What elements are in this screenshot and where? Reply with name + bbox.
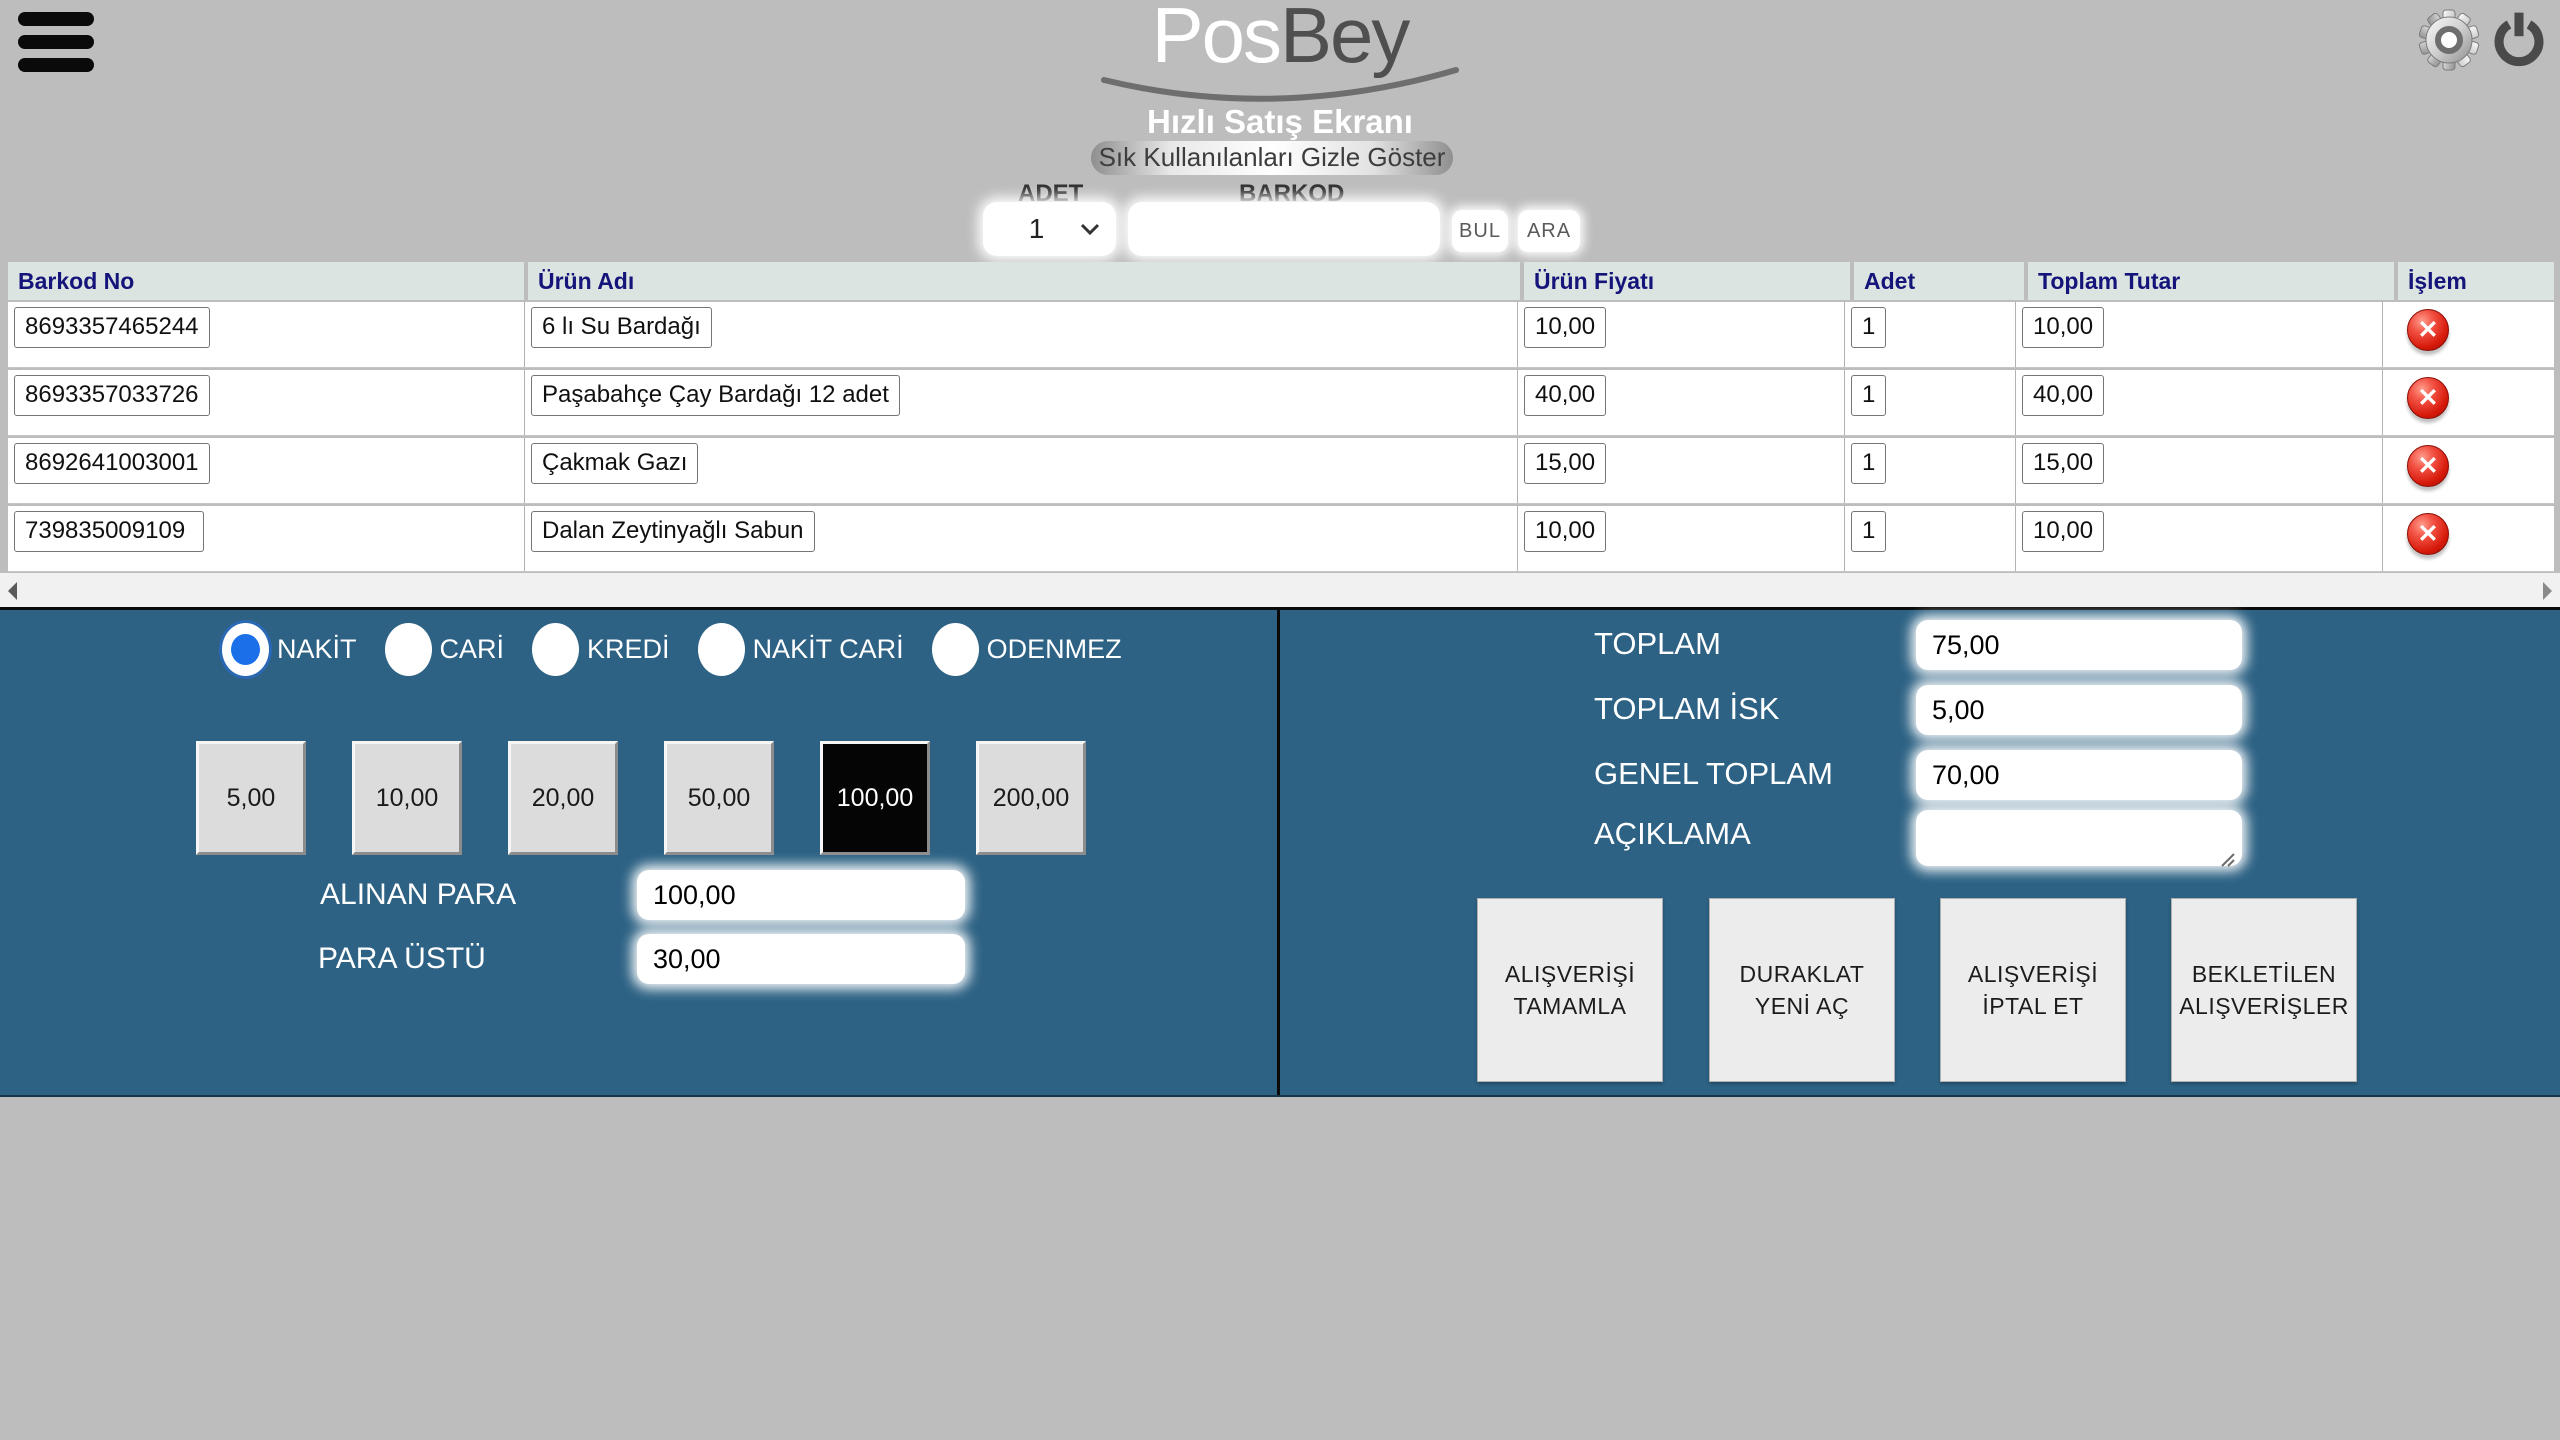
delete-row-icon[interactable]: ✕ <box>2407 309 2449 351</box>
page-title: Hızlı Satış Ekranı <box>980 103 1580 141</box>
chevron-down-icon <box>1080 223 1100 236</box>
radio-label: NAKİT CARİ <box>753 634 904 665</box>
horizontal-scrollbar[interactable] <box>0 573 2560 607</box>
payment-panel: NAKİT CARİ KREDİ NAKİT CARİ ODENMEZ 5,00… <box>0 610 1280 1095</box>
menu-bar <box>18 12 94 26</box>
price-field[interactable]: 15,00 <box>1524 443 1606 484</box>
radio-cari[interactable]: CARİ <box>385 623 505 676</box>
qty-field[interactable]: 1 <box>1851 307 1886 348</box>
product-name-field[interactable]: 6 lı Su Bardağı <box>531 307 712 348</box>
col-header-price: Ürün Fiyatı <box>1524 262 1850 300</box>
radio-label: ODENMEZ <box>987 634 1122 665</box>
barcode-field[interactable]: 8693357033726 <box>14 375 210 416</box>
price-field[interactable]: 10,00 <box>1524 511 1606 552</box>
para-ustu-label: PARA ÜSTÜ <box>318 942 486 976</box>
total-field[interactable]: 40,00 <box>2022 375 2104 416</box>
col-header-name: Ürün Adı <box>528 262 1520 300</box>
payment-method-group: NAKİT CARİ KREDİ NAKİT CARİ ODENMEZ <box>222 623 1122 676</box>
radio-circle <box>385 623 432 676</box>
radio-label: CARİ <box>440 634 505 665</box>
delete-row-icon[interactable]: ✕ <box>2407 445 2449 487</box>
complete-sale-button[interactable]: ALIŞVERİŞİ TAMAMLA <box>1477 898 1663 1082</box>
denomination-group: 5,00 10,00 20,00 50,00 100,00 200,00 <box>196 741 1086 855</box>
col-header-total: Toplam Tutar <box>2028 262 2394 300</box>
table-header-row: Barkod No Ürün Adı Ürün Fiyatı Adet Topl… <box>8 262 2554 300</box>
denom-10-button[interactable]: 10,00 <box>352 741 462 855</box>
radio-circle <box>222 623 269 676</box>
radio-kredi[interactable]: KREDİ <box>532 623 670 676</box>
totals-panel: TOPLAM TOPLAM İSK GENEL TOPLAM AÇIKLAMA … <box>1280 610 2560 1095</box>
pause-open-new-button[interactable]: DURAKLAT YENİ AÇ <box>1709 898 1895 1082</box>
bul-button[interactable]: BUL <box>1452 210 1508 252</box>
aciklama-textarea[interactable] <box>1916 810 2242 866</box>
product-name-field[interactable]: Paşabahçe Çay Bardağı 12 adet <box>531 375 900 416</box>
radio-nakit[interactable]: NAKİT <box>222 623 357 676</box>
barkod-input[interactable] <box>1128 202 1440 256</box>
products-table: Barkod No Ürün Adı Ürün Fiyatı Adet Topl… <box>8 262 2554 572</box>
toplam-isk-input[interactable] <box>1916 685 2242 735</box>
logo-swoosh <box>1098 62 1462 106</box>
cancel-sale-button[interactable]: ALIŞVERİŞİ İPTAL ET <box>1940 898 2126 1082</box>
radio-circle <box>932 623 979 676</box>
radio-circle <box>532 623 579 676</box>
toplam-input[interactable] <box>1916 620 2242 670</box>
menu-bar <box>18 35 94 49</box>
radio-label: NAKİT <box>277 634 357 665</box>
qty-field[interactable]: 1 <box>1851 511 1886 552</box>
table-row: 739835009109 Dalan Zeytinyağlı Sabun 10,… <box>8 506 2554 572</box>
barcode-field[interactable]: 8693357465244 <box>14 307 210 348</box>
price-field[interactable]: 10,00 <box>1524 307 1606 348</box>
qty-field[interactable]: 1 <box>1851 375 1886 416</box>
table-row: 8693357465244 6 lı Su Bardağı 10,00 1 10… <box>8 302 2554 368</box>
table-row: 8693357033726 Paşabahçe Çay Bardağı 12 a… <box>8 370 2554 436</box>
scroll-right-icon[interactable] <box>2543 582 2552 600</box>
genel-toplam-input[interactable] <box>1916 750 2242 800</box>
radio-label: KREDİ <box>587 634 670 665</box>
ara-button[interactable]: ARA <box>1518 210 1580 252</box>
col-header-action: İşlem <box>2398 262 2554 300</box>
app-logo: PosBey <box>1080 0 1480 74</box>
toplam-label: TOPLAM <box>1594 626 1721 662</box>
denom-200-button[interactable]: 200,00 <box>976 741 1086 855</box>
scroll-left-icon[interactable] <box>8 582 17 600</box>
radio-odenmez[interactable]: ODENMEZ <box>932 623 1122 676</box>
menu-icon[interactable] <box>18 12 94 81</box>
denom-50-button[interactable]: 50,00 <box>664 741 774 855</box>
col-header-barcode: Barkod No <box>8 262 524 300</box>
radio-circle <box>698 623 745 676</box>
genel-toplam-label: GENEL TOPLAM <box>1594 756 1833 792</box>
table-row: 8692641003001 Çakmak Gazı 15,00 1 15,00 … <box>8 438 2554 504</box>
denom-5-button[interactable]: 5,00 <box>196 741 306 855</box>
barcode-field[interactable]: 739835009109 <box>14 511 204 552</box>
adet-select[interactable]: 1 <box>983 202 1116 256</box>
alinan-para-label: ALINAN PARA <box>320 878 516 912</box>
product-name-field[interactable]: Çakmak Gazı <box>531 443 698 484</box>
product-name-field[interactable]: Dalan Zeytinyağlı Sabun <box>531 511 815 552</box>
menu-bar <box>18 58 94 72</box>
barcode-field[interactable]: 8692641003001 <box>14 443 210 484</box>
price-field[interactable]: 40,00 <box>1524 375 1606 416</box>
para-ustu-input[interactable] <box>637 934 965 984</box>
total-field[interactable]: 15,00 <box>2022 443 2104 484</box>
col-header-qty: Adet <box>1854 262 2024 300</box>
favorites-toggle-button[interactable]: Sık Kullanılanları Gizle Göster <box>1091 141 1453 175</box>
alinan-para-input[interactable] <box>637 870 965 920</box>
denom-20-button[interactable]: 20,00 <box>508 741 618 855</box>
toplam-isk-label: TOPLAM İSK <box>1594 691 1780 727</box>
delete-row-icon[interactable]: ✕ <box>2407 513 2449 555</box>
radio-nakit-cari[interactable]: NAKİT CARİ <box>698 623 904 676</box>
held-sales-button[interactable]: BEKLETİLEN ALIŞVERİŞLER <box>2171 898 2357 1082</box>
adet-select-value: 1 <box>983 213 1080 245</box>
aciklama-label: AÇIKLAMA <box>1594 816 1751 852</box>
total-field[interactable]: 10,00 <box>2022 511 2104 552</box>
delete-row-icon[interactable]: ✕ <box>2407 377 2449 419</box>
total-field[interactable]: 10,00 <box>2022 307 2104 348</box>
power-icon[interactable] <box>2490 6 2548 70</box>
qty-field[interactable]: 1 <box>1851 443 1886 484</box>
settings-gear-icon[interactable] <box>2416 6 2482 78</box>
denom-100-button[interactable]: 100,00 <box>820 741 930 855</box>
